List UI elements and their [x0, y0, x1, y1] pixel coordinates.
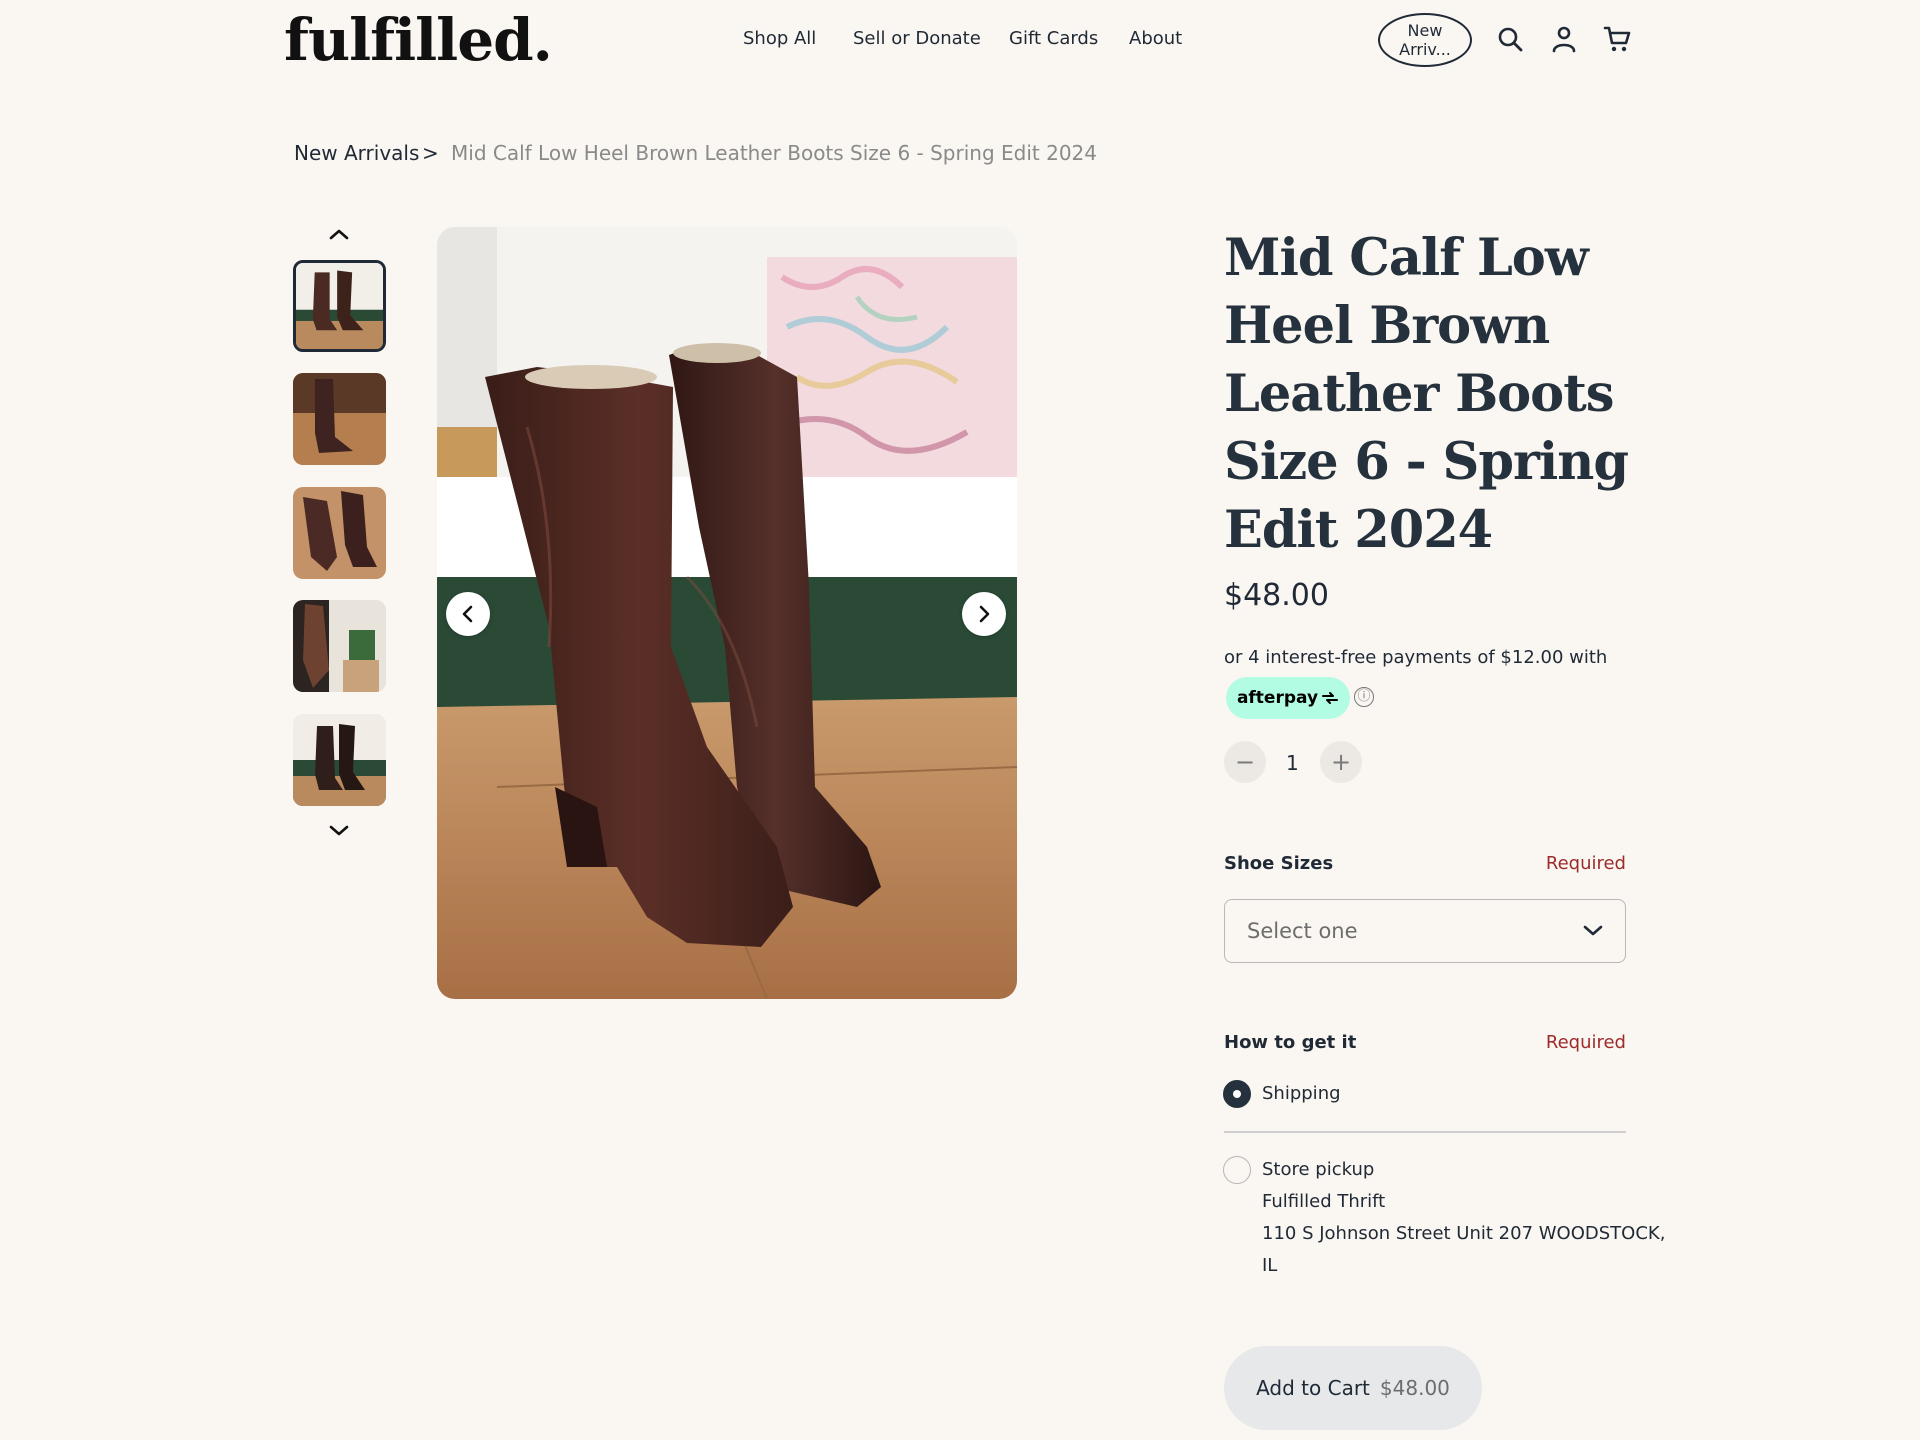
- site-logo[interactable]: fulfilled.: [284, 6, 553, 74]
- store-name: Fulfilled Thrift: [1262, 1191, 1386, 1212]
- nav-about[interactable]: About: [1129, 28, 1182, 49]
- shoe-size-select-value: Select one: [1247, 919, 1358, 943]
- add-to-cart-label: Add to Cart: [1256, 1376, 1370, 1400]
- thumbnail-4[interactable]: [293, 600, 386, 692]
- breadcrumb-separator: >: [422, 141, 439, 165]
- product-price: $48.00: [1224, 578, 1329, 613]
- breadcrumb-new-arrivals[interactable]: New Arrivals: [294, 141, 419, 165]
- store-address-line-1: 110 S Johnson Street Unit 207 WOODSTOCK,: [1262, 1223, 1666, 1244]
- nav-gift-cards[interactable]: Gift Cards: [1009, 28, 1098, 49]
- shipping-radio[interactable]: [1223, 1080, 1251, 1108]
- how-to-get-it-required: Required: [1545, 1032, 1626, 1053]
- thumbnail-3[interactable]: [293, 487, 386, 579]
- thumbs-up-chevron-icon[interactable]: [322, 220, 356, 248]
- store-address-line-2: IL: [1262, 1255, 1278, 1276]
- shoe-size-select[interactable]: Select one: [1224, 899, 1626, 963]
- chevron-down-icon: [1583, 925, 1603, 936]
- chevron-right-icon: [979, 605, 990, 623]
- nav-shop-all[interactable]: Shop All: [743, 28, 816, 49]
- nav-sell-or-donate[interactable]: Sell or Donate: [853, 28, 981, 49]
- image-prev-button[interactable]: [446, 592, 490, 636]
- shoe-sizes-label: Shoe Sizes: [1224, 853, 1334, 874]
- thumbnail-1[interactable]: [293, 260, 386, 352]
- image-next-button[interactable]: [962, 592, 1006, 636]
- account-icon[interactable]: [1547, 22, 1581, 56]
- thumbnail-2[interactable]: [293, 373, 386, 465]
- afterpay-arrows-icon: [1322, 692, 1339, 704]
- store-pickup-radio[interactable]: [1223, 1156, 1251, 1184]
- main-product-image: [437, 227, 1017, 999]
- shipping-option-label[interactable]: Shipping: [1262, 1083, 1341, 1104]
- chevron-left-icon: [462, 605, 473, 623]
- thumbnail-5[interactable]: [293, 714, 386, 806]
- cart-icon[interactable]: [1600, 22, 1634, 56]
- product-title: Mid Calf Low Heel Brown Leather Boots Si…: [1224, 228, 1629, 560]
- search-icon[interactable]: [1493, 22, 1527, 56]
- pill-line-2: Arriv...: [1399, 40, 1451, 59]
- add-to-cart-amount: $48.00: [1379, 1376, 1450, 1400]
- pill-line-1: New: [1407, 21, 1443, 40]
- store-pickup-option-label[interactable]: Store pickup: [1262, 1159, 1374, 1180]
- add-to-cart-button[interactable]: Add to Cart $48.00: [1224, 1346, 1482, 1430]
- fulfillment-divider: [1224, 1131, 1626, 1133]
- thumbs-down-chevron-icon[interactable]: [322, 817, 356, 845]
- quantity-value: 1: [1286, 751, 1299, 775]
- afterpay-installments-text: or 4 interest-free payments of $12.00 wi…: [1224, 647, 1608, 668]
- new-arrivals-pill[interactable]: New Arriv...: [1378, 13, 1472, 67]
- breadcrumb-current: Mid Calf Low Heel Brown Leather Boots Si…: [451, 141, 1097, 165]
- shoe-sizes-required: Required: [1545, 853, 1626, 874]
- info-icon[interactable]: ⓘ: [1354, 687, 1374, 707]
- quantity-increase-button[interactable]: +: [1320, 741, 1362, 783]
- afterpay-logo-text: afterpay: [1236, 688, 1319, 708]
- how-to-get-it-label: How to get it: [1224, 1032, 1357, 1053]
- afterpay-badge[interactable]: afterpay: [1226, 677, 1350, 719]
- quantity-decrease-button[interactable]: −: [1224, 741, 1266, 783]
